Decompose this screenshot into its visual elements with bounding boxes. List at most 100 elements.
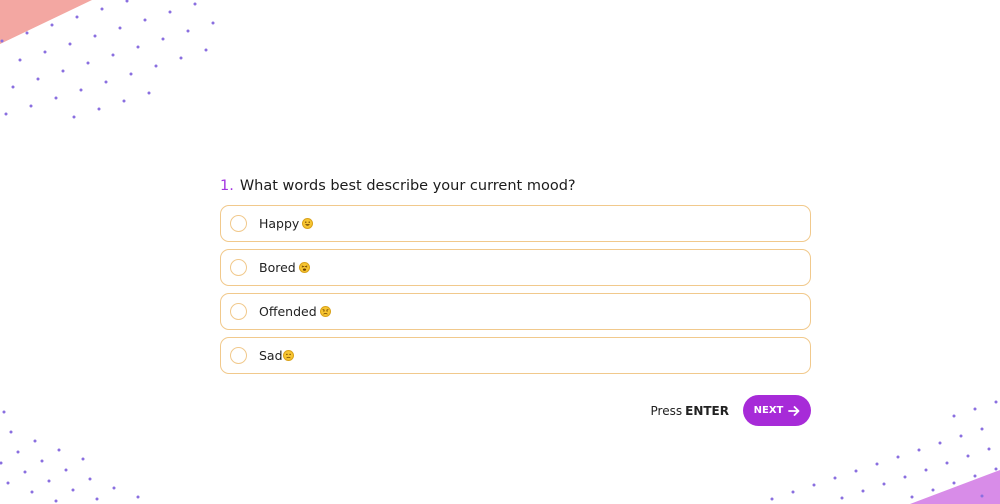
enter-key-label: ENTER <box>685 403 729 418</box>
option-label: Happy <box>259 216 300 231</box>
decorative-dot <box>11 85 15 89</box>
decorative-dot <box>47 479 51 483</box>
decorative-dot <box>973 474 977 478</box>
decorative-dot <box>136 495 140 499</box>
decorative-dot <box>43 50 47 54</box>
decorative-dot <box>29 104 33 108</box>
decorative-dot <box>910 495 914 499</box>
next-button[interactable]: NEXT <box>743 395 811 426</box>
decorative-dot <box>917 448 921 452</box>
top-left-triangle-decoration <box>0 0 92 44</box>
decorative-dot <box>68 42 72 46</box>
decorative-dot <box>36 77 40 81</box>
decorative-dot <box>987 447 991 451</box>
decorative-dot <box>9 430 13 434</box>
decorative-dot <box>54 499 58 503</box>
question-number: 1. <box>220 178 234 194</box>
decorative-dot <box>952 414 956 418</box>
tired-face-emoji-icon <box>298 262 310 273</box>
decorative-dot <box>33 439 37 443</box>
decorative-dot <box>770 497 774 501</box>
decorative-dot <box>882 482 886 486</box>
decorative-dot <box>161 37 165 41</box>
options-list: Happy Bored Offended Sad <box>220 205 811 381</box>
arrow-right-icon <box>788 405 800 416</box>
decorative-dot <box>0 461 3 465</box>
decorative-dot <box>924 468 928 472</box>
decorative-dot <box>125 0 129 3</box>
decorative-dot <box>966 454 970 458</box>
decorative-dot <box>93 34 97 38</box>
question-text: What words best describe your current mo… <box>239 178 576 194</box>
decorative-dot <box>896 455 900 459</box>
option-label: Sad <box>259 348 283 363</box>
decorative-dot <box>994 467 998 471</box>
decorative-dot <box>147 91 151 95</box>
decorative-dot <box>980 427 984 431</box>
decorative-dot <box>136 45 140 49</box>
decorative-dot <box>100 7 104 11</box>
decorative-dot <box>211 21 215 25</box>
bottom-right-triangle-decoration <box>910 470 1000 504</box>
decorative-dot <box>791 490 795 494</box>
decorative-dot <box>186 29 190 33</box>
decorative-dot <box>86 61 90 65</box>
decorative-dot <box>840 496 844 500</box>
radio-button[interactable] <box>230 347 247 364</box>
decorative-dot <box>95 497 99 501</box>
decorative-dot <box>938 441 942 445</box>
decorative-dot <box>111 53 115 57</box>
decorative-dot <box>88 477 92 481</box>
option-label: Bored <box>259 260 296 275</box>
decorative-dot <box>104 80 108 84</box>
decorative-dot <box>118 26 122 30</box>
decorative-dot <box>168 10 172 14</box>
radio-button[interactable] <box>230 303 247 320</box>
option-offended[interactable]: Offended <box>220 293 811 330</box>
decorative-dot <box>980 494 984 498</box>
decorative-dot <box>204 48 208 52</box>
press-enter-hint: Press ENTER <box>651 404 729 418</box>
decorative-dot <box>25 31 29 35</box>
decorative-dot <box>154 64 158 68</box>
decorative-dot <box>903 475 907 479</box>
question-block: 1. What words best describe your current… <box>220 178 811 381</box>
decorative-dot <box>994 400 998 404</box>
decorative-dot <box>931 488 935 492</box>
option-happy[interactable]: Happy <box>220 205 811 242</box>
decorative-dot <box>959 434 963 438</box>
decorative-dot <box>54 96 58 100</box>
decorative-dot <box>952 481 956 485</box>
decorative-dot <box>72 115 76 119</box>
decorative-dot <box>861 489 865 493</box>
decorative-dot <box>61 69 65 73</box>
radio-button[interactable] <box>230 259 247 276</box>
decorative-dot <box>122 99 126 103</box>
decorative-dot <box>40 459 44 463</box>
decorative-dot <box>973 407 977 411</box>
option-sad[interactable]: Sad <box>220 337 811 374</box>
decorative-dot <box>75 15 79 19</box>
decorative-dot <box>81 457 85 461</box>
footer-actions: Press ENTER NEXT <box>651 395 811 426</box>
radio-button[interactable] <box>230 215 247 232</box>
decorative-dot <box>112 486 116 490</box>
decorative-dot <box>97 107 101 111</box>
decorative-dot <box>23 470 27 474</box>
slightly-frowning-face-emoji-icon <box>282 350 294 361</box>
decorative-dot <box>6 481 10 485</box>
next-button-label: NEXT <box>753 405 784 416</box>
decorative-dot <box>945 461 949 465</box>
decorative-dot <box>179 56 183 60</box>
decorative-dot <box>0 39 4 43</box>
angry-face-emoji-icon <box>319 306 331 317</box>
decorative-dot <box>854 469 858 473</box>
decorative-dot <box>50 23 54 27</box>
decorative-dot <box>71 488 75 492</box>
decorative-dot <box>79 88 83 92</box>
decorative-dot <box>4 112 8 116</box>
decorative-dot <box>30 490 34 494</box>
option-label: Offended <box>259 304 317 319</box>
decorative-dot <box>875 462 879 466</box>
option-bored[interactable]: Bored <box>220 249 811 286</box>
